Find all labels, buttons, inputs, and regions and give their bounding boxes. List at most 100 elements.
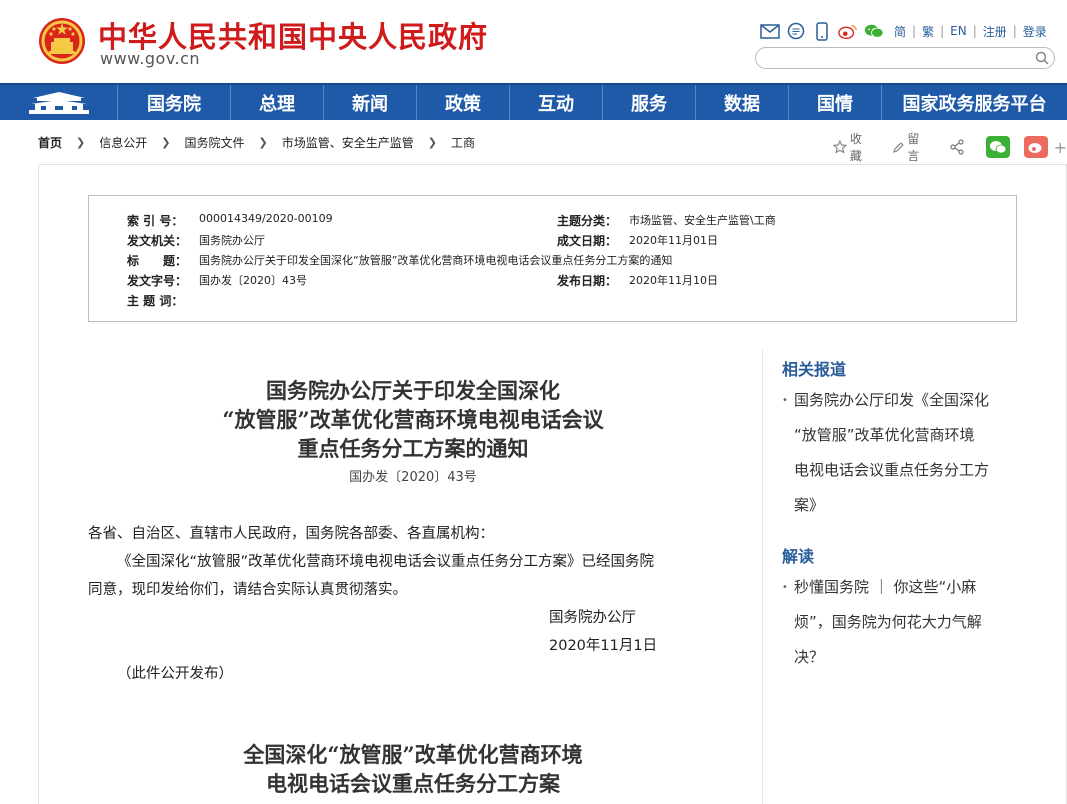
meta-key: 成文日期： (557, 232, 629, 249)
weibo-icon[interactable] (838, 21, 858, 41)
meta-value: 国务院办公厅关于印发全国深化“放管服”改革优化营商环境电视电话会议重点任务分工方… (199, 252, 672, 269)
lang-traditional-link[interactable]: 繁 (922, 23, 934, 40)
meta-row-keywords: 主 题 词： (127, 292, 199, 309)
wechat-icon[interactable] (864, 21, 884, 41)
nav-home[interactable] (0, 85, 118, 120)
breadcrumb-state-council-docs[interactable]: 国务院文件 (184, 134, 244, 151)
meta-row-published: 发布日期： 2020年11月10日 (557, 272, 718, 289)
weibo-share-button[interactable] (1024, 136, 1048, 158)
meta-value: 国办发〔2020〕43号 (199, 272, 307, 289)
mail-icon[interactable] (760, 21, 780, 41)
interpret-line: 决？ (782, 640, 1032, 675)
meta-key: 发文字号： (127, 272, 199, 289)
main-nav: 国务院 总理 新闻 政策 互动 服务 数据 国情 国家政务服务平台 (0, 83, 1067, 120)
title-line: 重点任务分工方案的通知 (88, 434, 738, 463)
site-header: 中华人民共和国中央人民政府 www.gov.cn 简 | 繁 | EN | 注册… (0, 0, 1067, 83)
language-links: 简 | 繁 | EN | 注册 | 登录 (894, 23, 1047, 40)
nav-item-policy[interactable]: 政策 (417, 85, 510, 120)
meta-value: 2020年11月10日 (629, 272, 718, 289)
breadcrumb-commerce[interactable]: 工商 (451, 134, 475, 151)
chevron-right-icon: ❯ (161, 136, 170, 149)
search-icon[interactable] (1034, 50, 1050, 66)
comment-button[interactable]: 留言 (892, 130, 932, 164)
signature-date: 2020年11月1日 (549, 634, 657, 655)
signature: 国务院办公厅 (549, 606, 636, 627)
chevron-right-icon: ❯ (258, 136, 267, 149)
top-toolbar: 简 | 繁 | EN | 注册 | 登录 (760, 20, 1047, 42)
weibo-icon (1027, 140, 1045, 154)
register-link[interactable]: 注册 (983, 23, 1007, 40)
site-url[interactable]: www.gov.cn (100, 49, 200, 68)
sidebar-divider (762, 350, 763, 804)
related-link[interactable]: • 国务院办公厅印发《全国深化 “放管服”改革优化营商环境 电视电话会议重点任务… (782, 383, 1032, 523)
article-title: 国务院办公厅关于印发全国深化 “放管服”改革优化营商环境电视电话会议 重点任务分… (88, 376, 738, 463)
divider: | (1013, 24, 1017, 38)
nav-item-news[interactable]: 新闻 (324, 85, 417, 120)
star-icon (833, 140, 847, 154)
search-box (755, 47, 1055, 69)
meta-row-topic: 主题分类： 市场监管、安全生产监管\工商 (557, 212, 776, 229)
related-line: “放管服”改革优化营商环境 (782, 418, 1032, 453)
breadcrumb: 首页 ❯ 信息公开 ❯ 国务院文件 ❯ 市场监管、安全生产监管 ❯ 工商 (38, 134, 475, 151)
chevron-right-icon: ❯ (76, 136, 85, 149)
interpret-heading: 解读 (782, 543, 814, 567)
meta-row-doc-no: 发文字号： 国办发〔2020〕43号 (127, 272, 307, 289)
nav-item-services[interactable]: 服务 (603, 85, 696, 120)
share-icon (949, 139, 965, 155)
more-share-button[interactable]: + (1054, 138, 1067, 157)
salutation: 各省、自治区、直辖市人民政府，国务院各部委、各直属机构： (88, 522, 494, 543)
body-paragraph: 同意，现印发给你们，请结合实际认真贯彻落实。 (88, 578, 407, 599)
breadcrumb-home[interactable]: 首页 (38, 134, 62, 151)
meta-row-index: 索 引 号： 000014349/2020-00109 (127, 212, 333, 229)
divider: | (912, 24, 916, 38)
wechat-share-button[interactable] (986, 136, 1010, 158)
divider: | (973, 24, 977, 38)
title-line: “放管服”改革优化营商环境电视电话会议 (88, 405, 738, 434)
bullet-icon: • (782, 383, 788, 418)
nav-item-gov-service-platform[interactable]: 国家政务服务平台 (882, 85, 1067, 120)
chat-bubble-icon[interactable] (786, 21, 806, 41)
related-line: 电视电话会议重点任务分工方 (782, 453, 1032, 488)
bullet-icon: • (782, 570, 788, 605)
national-emblem-icon[interactable] (38, 15, 86, 67)
share-button[interactable] (949, 139, 968, 155)
lang-english-link[interactable]: EN (950, 24, 967, 38)
nav-item-national-info[interactable]: 国情 (789, 85, 882, 120)
nav-item-interaction[interactable]: 互动 (510, 85, 603, 120)
nav-item-state-council[interactable]: 国务院 (118, 85, 231, 120)
breadcrumb-info-disclosure[interactable]: 信息公开 (99, 134, 147, 151)
favorite-button[interactable]: 收藏 (833, 130, 874, 164)
meta-key: 主 题 词： (127, 292, 199, 309)
related-line: 案》 (782, 488, 1032, 523)
title-line: 国务院办公厅关于印发全国深化 (88, 376, 738, 405)
document-metadata: 索 引 号： 000014349/2020-00109 主题分类： 市场监管、安… (88, 195, 1017, 322)
meta-key: 发文机关： (127, 232, 199, 249)
meta-key: 标 题： (127, 252, 199, 269)
title-line: 电视电话会议重点任务分工方案 (88, 769, 738, 798)
related-line: 国务院办公厅印发《全国深化 (782, 383, 1032, 418)
breadcrumb-market-supervision[interactable]: 市场监管、安全生产监管 (282, 134, 414, 151)
meta-row-created: 成文日期： 2020年11月01日 (557, 232, 718, 249)
meta-value: 2020年11月01日 (629, 232, 718, 249)
meta-row-title: 标 题： 国务院办公厅关于印发全国深化“放管服”改革优化营商环境电视电话会议重点… (127, 252, 672, 269)
divider: | (940, 24, 944, 38)
chevron-right-icon: ❯ (428, 136, 437, 149)
search-input[interactable] (766, 50, 1026, 66)
interpret-line: 秒懂国务院 ｜ 你这些“小麻 (782, 570, 1032, 605)
mobile-icon[interactable] (812, 21, 832, 41)
nav-item-data[interactable]: 数据 (696, 85, 789, 120)
article-tools: 收藏 留言 + (833, 130, 1067, 164)
pencil-icon (892, 141, 905, 154)
attachment-title: 全国深化“放管服”改革优化营商环境 电视电话会议重点任务分工方案 (88, 740, 738, 798)
nav-item-premier[interactable]: 总理 (231, 85, 324, 120)
meta-key: 主题分类： (557, 212, 629, 229)
meta-row-issuer: 发文机关： 国务院办公厅 (127, 232, 265, 249)
related-heading: 相关报道 (782, 356, 846, 380)
login-link[interactable]: 登录 (1023, 23, 1047, 40)
lang-simplified-link[interactable]: 简 (894, 23, 906, 40)
tiananmen-icon (27, 90, 91, 116)
interpret-link[interactable]: • 秒懂国务院 ｜ 你这些“小麻 烦”，国务院为何花大力气解 决？ (782, 570, 1032, 675)
interpret-line: 烦”，国务院为何花大力气解 (782, 605, 1032, 640)
article-doc-number: 国办发〔2020〕43号 (88, 466, 738, 485)
meta-value: 国务院办公厅 (199, 232, 265, 249)
